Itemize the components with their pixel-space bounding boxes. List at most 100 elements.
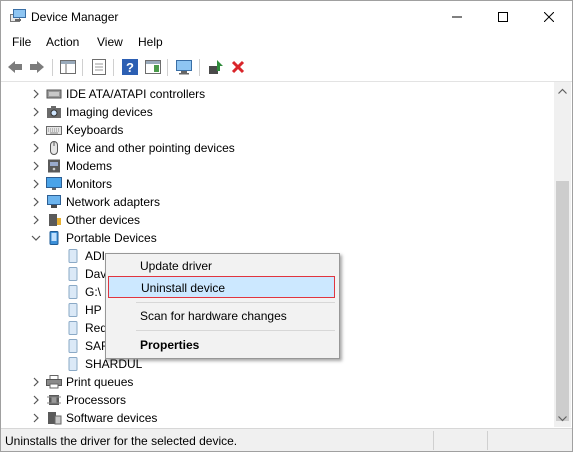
mouse-icon — [50, 141, 58, 155]
tree-item-other-devices[interactable]: Other devices — [1, 211, 554, 229]
chevron-right-icon — [33, 179, 39, 189]
properties-menu-item[interactable]: Properties — [108, 334, 335, 356]
modem-icon — [48, 159, 60, 173]
device-label: G:\ — [85, 285, 102, 299]
tree-item-modems[interactable]: Modems — [1, 157, 554, 175]
tree-item-print-queues[interactable]: Print queues — [1, 373, 554, 391]
svg-text:?: ? — [126, 60, 134, 75]
device-label: Dav — [85, 267, 107, 281]
forward-button[interactable] — [28, 58, 46, 76]
maximize-icon — [498, 11, 508, 22]
toolbar-separator — [82, 59, 83, 76]
processor-icon — [47, 395, 61, 405]
network-adapter-icon — [47, 195, 61, 208]
forward-icon — [30, 61, 44, 73]
update-driver-menu-item[interactable]: Update driver — [108, 255, 335, 277]
tree-item-label: Mice and other pointing devices — [66, 141, 235, 155]
tree-item-keyboards[interactable]: Keyboards — [1, 121, 554, 139]
menu-separator — [136, 330, 335, 331]
show-hide-tree-icon — [60, 60, 76, 74]
device-label: Red — [85, 321, 108, 335]
tree-item-portable-devices[interactable]: Portable Devices — [1, 229, 554, 247]
minimize-button[interactable] — [434, 1, 480, 32]
scan-hardware-menu-item[interactable]: Scan for hardware changes — [108, 305, 335, 327]
tree-item-network-adapters[interactable]: Network adapters — [1, 193, 554, 211]
chevron-down-icon — [31, 235, 41, 241]
window-title: Device Manager — [31, 10, 119, 24]
vertical-scrollbar[interactable] — [554, 82, 571, 427]
back-button[interactable] — [6, 58, 24, 76]
portable-device-icon — [68, 285, 78, 299]
help-button[interactable]: ? — [121, 58, 139, 76]
uninstall-icon — [231, 60, 245, 74]
menu-separator — [136, 302, 335, 303]
portable-device-icon — [68, 321, 78, 335]
status-bar: Uninstalls the driver for the selected d… — [1, 428, 572, 451]
tree-item-software-devices[interactable]: Software devices — [1, 409, 554, 427]
properties-button[interactable] — [90, 58, 108, 76]
menu-item-label: Update driver — [140, 259, 213, 273]
action-pane-icon — [145, 60, 161, 74]
chevron-right-icon — [33, 215, 39, 225]
uninstall-button[interactable] — [229, 58, 247, 76]
tree-item-processors[interactable]: Processors — [1, 391, 554, 409]
tree-item-imaging-devices[interactable]: Imaging devices — [1, 103, 554, 121]
title-bar[interactable]: Device Manager — [1, 1, 572, 32]
maximize-button[interactable] — [480, 1, 526, 32]
menu-action[interactable]: Action — [46, 35, 79, 49]
portable-device-icon — [68, 267, 78, 281]
show-hide-tree-button[interactable] — [59, 58, 77, 76]
menu-item-label: Properties — [140, 338, 200, 352]
tree-item-ide-controllers[interactable]: IDE ATA/ATAPI controllers — [1, 85, 554, 103]
tree-item-label: Monitors — [66, 177, 113, 191]
portable-device-icon — [68, 303, 78, 317]
action-pane-button[interactable] — [144, 58, 162, 76]
chevron-right-icon — [33, 395, 39, 405]
tree-item-label: Software devices — [66, 411, 158, 425]
chevron-right-icon — [33, 413, 39, 423]
minimize-icon — [452, 16, 462, 17]
monitor-icon — [46, 177, 62, 190]
help-icon: ? — [122, 59, 138, 75]
chevron-right-icon — [33, 161, 39, 171]
toolbar-separator — [199, 59, 200, 76]
scan-hardware-icon — [176, 60, 192, 75]
chevron-down-icon — [558, 415, 567, 421]
chevron-right-icon — [33, 377, 39, 387]
scroll-up-button[interactable] — [554, 82, 571, 99]
ide-controller-icon — [46, 89, 62, 99]
portable-device-icon — [68, 357, 78, 371]
uninstall-device-menu-item[interactable]: Uninstall device — [108, 276, 335, 298]
menu-help[interactable]: Help — [138, 35, 163, 49]
tree-item-label: Keyboards — [66, 123, 124, 137]
chevron-right-icon — [33, 125, 39, 135]
device-label: ADI — [85, 249, 106, 263]
portable-device-icon — [49, 231, 59, 245]
chevron-right-icon — [33, 143, 39, 153]
menu-file[interactable]: File — [12, 35, 31, 49]
tree-item-label: Other devices — [66, 213, 141, 227]
context-menu: Update driver Uninstall device Scan for … — [105, 253, 340, 359]
tree-item-monitors[interactable]: Monitors — [1, 175, 554, 193]
menu-bar: File Action View Help — [1, 32, 572, 53]
toolbar: ? — [1, 54, 572, 82]
menu-item-label: Scan for hardware changes — [140, 309, 287, 323]
tree-item-mice[interactable]: Mice and other pointing devices — [1, 139, 554, 157]
close-icon — [544, 11, 554, 22]
close-button[interactable] — [526, 1, 572, 32]
scan-hardware-button[interactable] — [175, 58, 193, 76]
tree-item-label: Print queues — [66, 375, 134, 389]
status-divider — [487, 431, 488, 450]
camera-icon — [47, 106, 61, 118]
update-driver-icon — [209, 60, 223, 74]
update-driver-button[interactable] — [207, 58, 225, 76]
menu-view[interactable]: View — [97, 35, 123, 49]
scroll-down-button[interactable] — [554, 410, 571, 427]
tree-item-label: IDE ATA/ATAPI controllers — [66, 87, 206, 101]
printer-icon — [46, 375, 62, 389]
device-label: SHARDUL — [85, 357, 143, 371]
tree-item-label: Modems — [66, 159, 113, 173]
tree-item-label: Portable Devices — [66, 231, 157, 245]
scrollbar-thumb[interactable] — [556, 181, 569, 421]
portable-device-icon — [68, 339, 78, 353]
